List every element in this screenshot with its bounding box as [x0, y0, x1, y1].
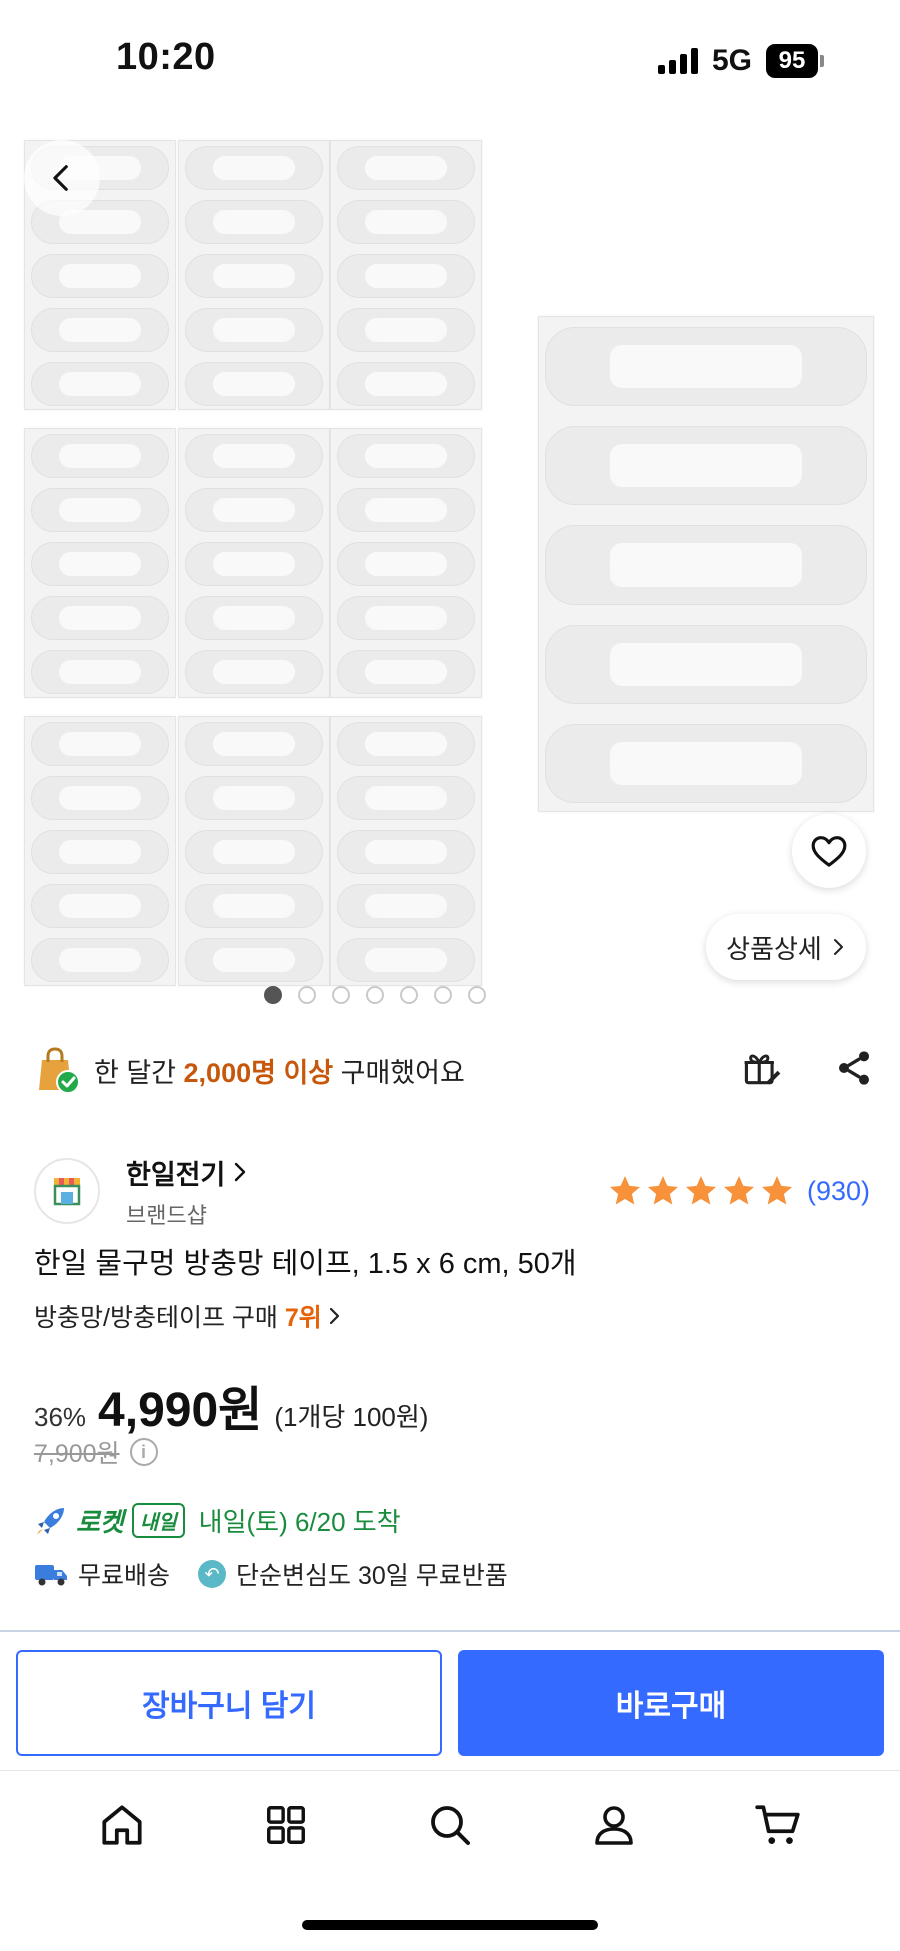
tab-bar: [0, 1790, 900, 1860]
home-icon: [102, 1805, 142, 1845]
seller-subtitle: 브랜드샵: [126, 1202, 207, 1228]
wishlist-button[interactable]: [792, 814, 866, 888]
tape-sheet: [178, 140, 330, 410]
tape-sheet: [330, 140, 482, 410]
status-time: 10:20: [116, 36, 216, 78]
tab-cart[interactable]: [743, 1790, 813, 1860]
tab-categories[interactable]: [251, 1790, 321, 1860]
tape-sheet: [178, 428, 330, 698]
tab-home[interactable]: [87, 1790, 157, 1860]
pagination-dot[interactable]: [298, 986, 316, 1004]
seller-row: 한일전기 브랜드샵 (930): [34, 1154, 870, 1228]
chevron-right-icon: [235, 1162, 246, 1182]
seller-name: 한일전기: [126, 1159, 226, 1190]
buy-now-button[interactable]: 바로구매: [458, 1650, 884, 1756]
pagination-dot[interactable]: [468, 986, 486, 1004]
tabbar-divider: [0, 1770, 900, 1771]
rocket-delivery: 로켓 내일 내일(토) 6/20 도착: [34, 1502, 401, 1539]
signal-icon: [657, 48, 698, 74]
shipping-info: 무료배송 ↶ 단순변심도 30일 무료반품: [34, 1556, 508, 1592]
network-label: 5G: [711, 44, 752, 77]
star-icon: [761, 1176, 792, 1205]
tape-sheet: [24, 716, 176, 986]
seller-logo[interactable]: [34, 1158, 100, 1224]
notice-prefix: 한 달간: [94, 1057, 184, 1088]
original-price: 7,900원: [34, 1440, 120, 1468]
info-icon[interactable]: i: [129, 1438, 158, 1466]
tape-sheet: [178, 716, 330, 986]
product-image-gallery[interactable]: [0, 120, 900, 1000]
status-indicators: 5G 95: [657, 44, 824, 78]
free-return: 단순변심도 30일 무료반품: [236, 1562, 508, 1590]
chevron-right-icon: [329, 1307, 339, 1325]
original-price-row: 7,900원 i: [34, 1434, 158, 1470]
rating-stars: [607, 1173, 795, 1209]
search-icon: [431, 1806, 470, 1845]
rocket-label: 로켓: [76, 1507, 124, 1537]
back-button[interactable]: [24, 140, 100, 216]
gallery-pagination[interactable]: [0, 986, 900, 1004]
shopping-bag-icon: [34, 1046, 80, 1094]
notice-highlight: 2,000명 이상: [183, 1057, 334, 1088]
chevron-right-icon: [833, 939, 843, 955]
pagination-dot[interactable]: [264, 986, 282, 1004]
unit-price: (1개당 100원): [274, 1402, 429, 1432]
tab-my-account[interactable]: [579, 1790, 649, 1860]
price-row: 36% 4,990원 (1개당 100원): [34, 1370, 428, 1440]
tape-sheet: [330, 716, 482, 986]
battery-level: 95: [766, 44, 818, 78]
share-button[interactable]: [834, 1048, 874, 1093]
divider: [0, 1630, 900, 1632]
product-detail-button[interactable]: 상품상세: [706, 914, 866, 980]
product-detail-label: 상품상세: [726, 933, 822, 964]
rocket-icon: [37, 1507, 64, 1535]
home-indicator: [302, 1920, 598, 1930]
purchase-notice: 한 달간 2,000명 이상 구매했어요: [34, 1040, 874, 1100]
sale-price: 4,990원: [98, 1384, 263, 1437]
pagination-dot[interactable]: [434, 986, 452, 1004]
star-icon: [609, 1176, 640, 1205]
tab-search[interactable]: [415, 1790, 485, 1860]
pagination-dot[interactable]: [366, 986, 384, 1004]
rank-prefix: 방충망/방충테이프 구매: [34, 1304, 285, 1332]
pagination-dot[interactable]: [400, 986, 418, 1004]
tape-sheet: [330, 428, 482, 698]
arrival-date: 내일(토) 6/20 도착: [198, 1507, 401, 1537]
rating-count: (930): [806, 1175, 870, 1206]
seller-name-link[interactable]: 한일전기: [126, 1153, 247, 1192]
rating[interactable]: (930): [607, 1173, 870, 1209]
chevron-left-icon: [53, 165, 68, 191]
notice-suffix: 구매했어요: [333, 1057, 465, 1088]
store-icon: [53, 1178, 81, 1206]
pagination-dot[interactable]: [332, 986, 350, 1004]
truck-icon: [35, 1565, 67, 1586]
grid-icon: [267, 1806, 305, 1844]
tomorrow-badge: 내일: [131, 1503, 185, 1538]
user-icon: [595, 1806, 633, 1845]
status-bar: 10:20 5G 95: [0, 0, 900, 120]
category-rank[interactable]: 방충망/방충테이프 구매 7위: [34, 1298, 340, 1334]
star-icon: [723, 1176, 754, 1205]
rank-number: 7위: [284, 1304, 322, 1332]
free-shipping: 무료배송: [78, 1562, 171, 1590]
tape-sheet-large: [538, 316, 874, 812]
share-icon: [839, 1050, 869, 1085]
cart-icon: [755, 1805, 800, 1844]
star-icon: [685, 1176, 716, 1205]
heart-icon: [811, 836, 847, 867]
gift-button[interactable]: [740, 1046, 784, 1095]
star-icon: [647, 1176, 678, 1205]
add-to-cart-button[interactable]: 장바구니 담기: [16, 1650, 442, 1756]
product-title: 한일 물구멍 방충망 테이프, 1.5 x 6 cm, 50개: [34, 1248, 577, 1280]
discount-rate: 36%: [34, 1402, 87, 1432]
return-icon: ↶: [198, 1560, 227, 1588]
purchase-notice-text: 한 달간 2,000명 이상 구매했어요: [94, 1051, 465, 1090]
battery-icon: 95: [766, 44, 824, 78]
tape-sheet: [24, 428, 176, 698]
gift-icon: [744, 1054, 781, 1084]
